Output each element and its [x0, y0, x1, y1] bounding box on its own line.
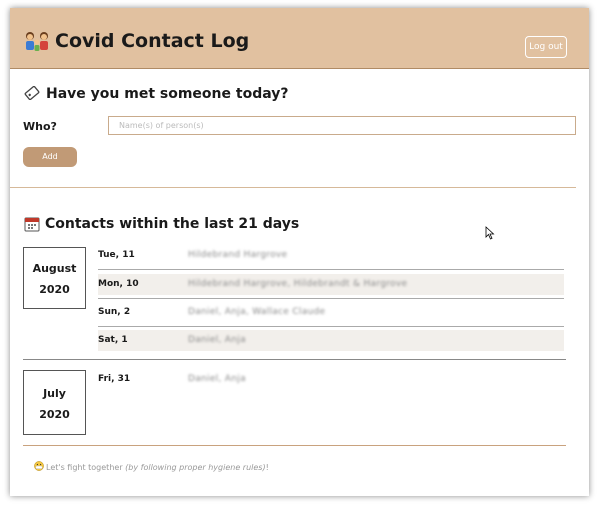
- contact-names: Daniel, Anja: [188, 335, 246, 345]
- contact-day: Sat, 1: [98, 335, 128, 345]
- footer-end: !: [265, 463, 269, 472]
- section-divider: [10, 187, 576, 188]
- mask-face-icon: [34, 461, 44, 471]
- contact-row: Sun, 2 Daniel, Anja, Wallace Claude: [98, 302, 564, 323]
- footer-divider: [23, 445, 566, 446]
- app-window: Covid Contact Log Log out Have you met s…: [10, 8, 589, 496]
- month-name: August: [32, 262, 77, 275]
- contact-names: Hildebrand Hargrove: [188, 250, 288, 260]
- footer-text: Let's fight together: [46, 463, 123, 472]
- calendar-icon: [24, 217, 40, 232]
- contact-day: Fri, 31: [98, 374, 131, 384]
- form-title: Have you met someone today?: [46, 86, 289, 102]
- contact-row: Fri, 31 Daniel, Anja: [98, 369, 564, 390]
- month-divider: [23, 359, 566, 360]
- footer: Let's fight together (by following prope…: [34, 461, 269, 473]
- month-year: 2020: [39, 283, 70, 296]
- contact-day: Tue, 11: [98, 250, 135, 260]
- logout-button[interactable]: Log out: [525, 36, 567, 58]
- contact-names: Hildebrand Hargrove, Hildebrandt & Hargr…: [188, 279, 408, 289]
- row-divider: [98, 326, 564, 327]
- contact-names: Daniel, Anja, Wallace Claude: [188, 307, 326, 317]
- month-name: July: [43, 387, 66, 400]
- contact-row: Tue, 11 Hildebrand Hargrove: [98, 245, 564, 266]
- contact-row: Mon, 10 Hildebrand Hargrove, Hildebrandt…: [98, 274, 564, 295]
- month-year: 2020: [39, 408, 70, 421]
- who-label: Who?: [23, 120, 57, 133]
- family-icon: [26, 32, 48, 51]
- contact-row: Sat, 1 Daniel, Anja: [98, 330, 564, 351]
- mouse-cursor-icon: [485, 226, 495, 240]
- ticket-icon: [24, 86, 40, 100]
- footer-italic: (by following proper hygiene rules): [125, 463, 266, 472]
- contact-day: Mon, 10: [98, 279, 139, 289]
- contacts-title: Contacts within the last 21 days: [45, 216, 300, 232]
- who-input[interactable]: Name(s) of person(s): [108, 116, 576, 135]
- month-box-july: July 2020: [23, 370, 86, 435]
- app-header: Covid Contact Log Log out: [10, 8, 589, 69]
- month-box-august: August 2020: [23, 247, 86, 309]
- add-button[interactable]: Add: [23, 147, 77, 167]
- row-divider: [98, 298, 564, 299]
- contact-names: Daniel, Anja: [188, 374, 246, 384]
- contact-day: Sun, 2: [98, 307, 131, 317]
- row-divider: [98, 269, 564, 270]
- app-title: Covid Contact Log: [55, 30, 250, 52]
